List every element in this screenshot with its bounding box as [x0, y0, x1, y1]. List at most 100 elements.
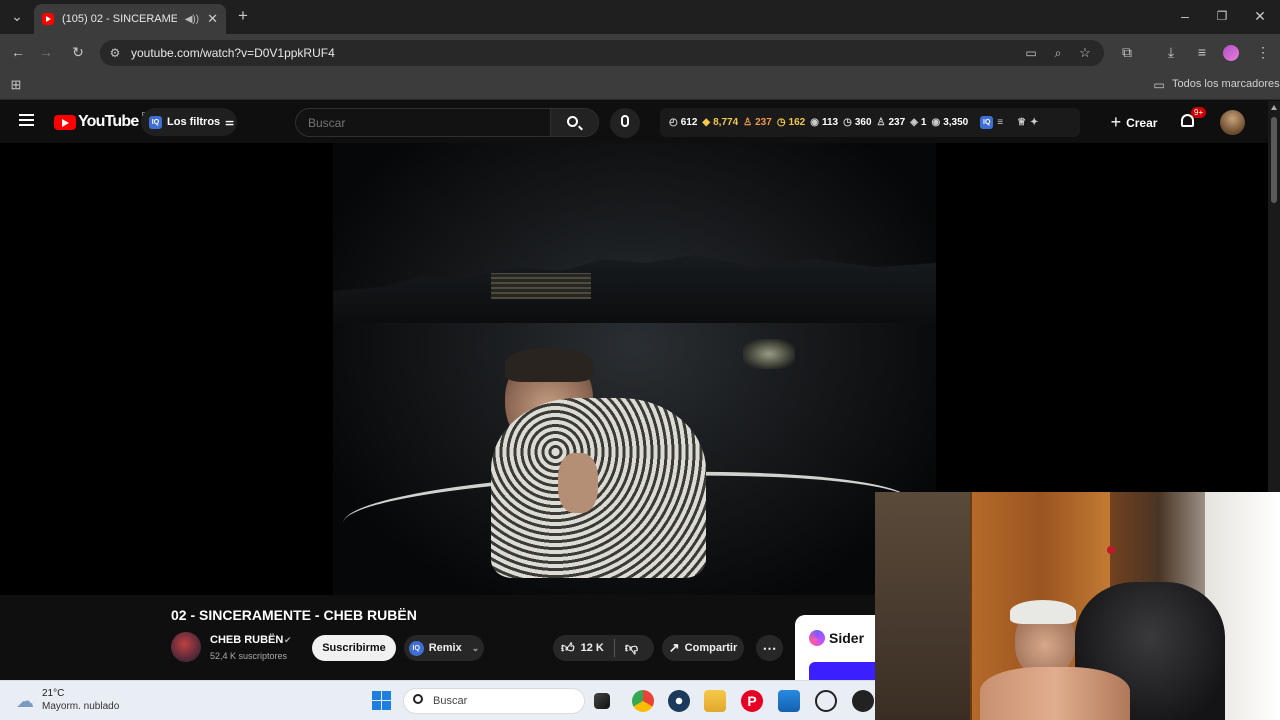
- microphone-icon: [621, 115, 629, 127]
- steam-icon[interactable]: [668, 690, 690, 712]
- search-button[interactable]: [550, 109, 598, 136]
- subscribe-button[interactable]: Suscribirme: [312, 635, 396, 661]
- stat-value: 237: [755, 117, 772, 128]
- speaker-icon[interactable]: ◀)): [185, 14, 199, 25]
- sliders-icon: ⚌: [225, 116, 235, 128]
- url-text[interactable]: youtube.com/watch?v=D0V1ppkRUF4: [131, 46, 335, 60]
- minimize-icon[interactable]: –: [1176, 8, 1194, 24]
- all-bookmarks-label[interactable]: Todos los marcadores: [1172, 78, 1280, 90]
- media-controls-icon[interactable]: ≡: [1193, 44, 1211, 60]
- chatgpt-icon[interactable]: [815, 690, 837, 712]
- cast-icon[interactable]: ▭: [1022, 45, 1040, 61]
- more-dots-icon: ⋯: [762, 639, 777, 656]
- create-button[interactable]: + Crear: [1103, 108, 1165, 137]
- task-view-icon[interactable]: [594, 693, 610, 709]
- chevron-down-icon[interactable]: ⌄: [472, 643, 480, 654]
- search-input[interactable]: [296, 109, 550, 136]
- lit-building: [491, 273, 591, 299]
- share-label: Compartir: [684, 642, 738, 654]
- scrollbar-thumb[interactable]: [1271, 117, 1277, 203]
- profile-avatar[interactable]: [1223, 45, 1239, 61]
- trophy-icon[interactable]: ♕: [1017, 117, 1026, 128]
- subscribe-label: Suscribirme: [322, 642, 386, 654]
- stat-icon: ◴: [669, 117, 678, 128]
- youtube-logo[interactable]: YouTube ES: [54, 112, 151, 131]
- pinterest-icon[interactable]: P: [741, 690, 763, 712]
- youtube-logo-text: YouTube: [78, 113, 139, 130]
- search-icon: [567, 116, 578, 127]
- weather-widget[interactable]: ☁ 21°C Mayorm. nublado: [14, 687, 134, 715]
- iq-menu-icon[interactable]: IQ: [980, 116, 994, 129]
- bookmark-star-icon[interactable]: ☆: [1076, 45, 1094, 61]
- red-indicator: [1107, 546, 1115, 554]
- sider-action-button[interactable]: [809, 662, 885, 680]
- sider-panel[interactable]: Sider: [795, 615, 885, 680]
- token-icon: ◈: [910, 117, 918, 128]
- extensions-icon[interactable]: ⧉: [1118, 44, 1136, 60]
- person-shirt: [491, 398, 706, 578]
- like-count[interactable]: 12 K: [581, 642, 604, 654]
- video-frame[interactable]: [333, 143, 936, 595]
- create-label: Crear: [1126, 115, 1158, 130]
- forward-icon[interactable]: →: [37, 44, 55, 60]
- sparkle-icon[interactable]: ✦: [1030, 117, 1038, 128]
- youtube-play-icon: [54, 114, 76, 130]
- account-avatar[interactable]: [1220, 110, 1245, 135]
- search-box[interactable]: [295, 108, 599, 137]
- close-tab-icon[interactable]: ✕: [207, 11, 218, 27]
- stat-value: 237: [888, 117, 906, 128]
- stat-value: 3,350: [943, 117, 969, 128]
- thumbs-up-icon[interactable]: 👍︎: [561, 640, 575, 656]
- like-dislike-group: 👍︎ 12 K 👎︎: [553, 635, 654, 661]
- list-icon[interactable]: ≡: [997, 117, 1003, 128]
- scroll-up-icon[interactable]: [1271, 105, 1277, 110]
- youtube-header: YouTube ES IQ Los filtros ⚌ ◴612 ◆8,774 …: [0, 101, 1268, 143]
- tab-strip: ⌄ (105) 02 - SINCERAMENTE ◀)) ✕ + – ❐ ✕: [0, 0, 1280, 34]
- remix-button[interactable]: IQ Remix ⌄: [404, 635, 484, 661]
- share-button[interactable]: ↗ Compartir: [662, 635, 744, 661]
- voice-search-button[interactable]: [610, 108, 640, 138]
- folder-icon: ▭: [1153, 78, 1165, 92]
- webcam-overlay: [875, 492, 1280, 720]
- reload-icon[interactable]: ↻: [69, 44, 87, 60]
- filters-button[interactable]: IQ Los filtros ⚌: [141, 108, 237, 136]
- user-icon: ♙: [743, 117, 753, 128]
- back-icon[interactable]: ←: [9, 44, 27, 60]
- file-explorer-icon[interactable]: [704, 690, 726, 712]
- stat-value: 113: [821, 117, 839, 128]
- eye-icon: ◉: [931, 117, 941, 128]
- remix-label: Remix: [428, 642, 462, 654]
- taskbar-search[interactable]: Buscar: [403, 688, 585, 714]
- weather-description: Mayorm. nublado: [42, 701, 120, 712]
- weather-temperature: 21°C: [42, 688, 65, 699]
- stat-value: 1: [920, 117, 927, 128]
- channel-avatar[interactable]: [171, 632, 201, 662]
- hamburger-menu-icon[interactable]: [19, 114, 34, 126]
- app-icon[interactable]: [852, 690, 874, 712]
- user-icon: ♙: [876, 117, 886, 128]
- video-title: 02 - SINCERAMENTE - CHEB RUBËN: [171, 607, 417, 623]
- menu-icon[interactable]: ⋮: [1254, 44, 1272, 60]
- restore-icon[interactable]: ❐: [1213, 8, 1231, 24]
- notifications-button[interactable]: 9+: [1178, 107, 1207, 133]
- stat-value: 612: [680, 117, 698, 128]
- address-bar[interactable]: ⚙ youtube.com/watch?v=D0V1ppkRUF4 ▭ ⌕ ☆: [100, 40, 1104, 66]
- site-info-icon[interactable]: ⚙: [106, 45, 124, 61]
- windows-start-icon[interactable]: [372, 691, 391, 710]
- tab-search-icon[interactable]: ⌄: [8, 8, 26, 24]
- browser-tab[interactable]: (105) 02 - SINCERAMENTE ◀)) ✕: [34, 4, 226, 34]
- download-icon[interactable]: ⤓: [1162, 44, 1180, 60]
- channel-name[interactable]: CHEB RUBËN: [210, 634, 283, 646]
- cloud-sun-icon: ☁: [16, 691, 34, 711]
- new-tab-icon[interactable]: +: [234, 7, 252, 24]
- chrome-icon[interactable]: [632, 690, 654, 712]
- zoom-icon[interactable]: ⌕: [1049, 45, 1067, 61]
- stat-value: 360: [854, 117, 872, 128]
- close-window-icon[interactable]: ✕: [1251, 8, 1269, 24]
- store-icon[interactable]: [778, 690, 800, 712]
- apps-grid-icon[interactable]: ⊞: [7, 77, 25, 93]
- filters-label: Los filtros: [167, 116, 221, 128]
- more-actions-button[interactable]: ⋯: [756, 635, 783, 661]
- thumbs-down-icon[interactable]: 👎︎: [625, 640, 638, 656]
- streamer-cap: [1010, 600, 1076, 624]
